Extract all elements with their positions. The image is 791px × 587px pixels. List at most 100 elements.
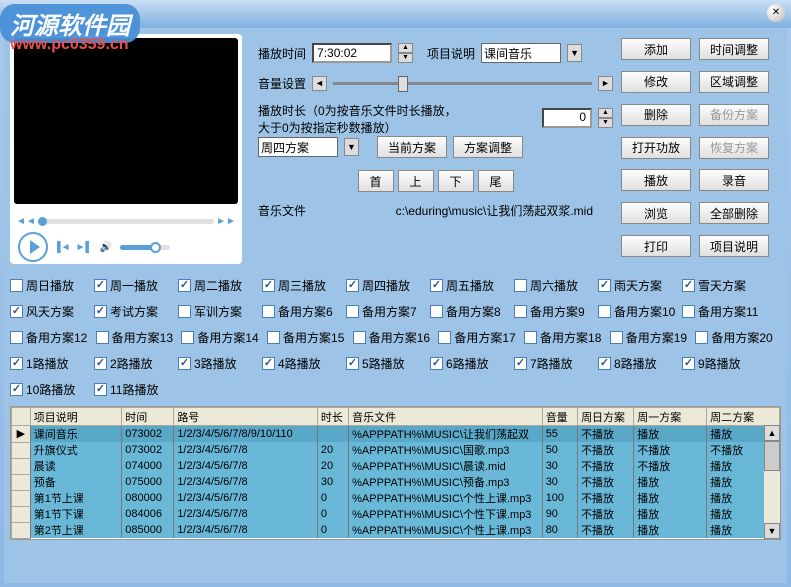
last-button[interactable]: 尾 [478,170,514,192]
checkbox-item[interactable]: 周五播放 [430,277,514,294]
checkbox-item[interactable]: 备用方案13 [96,329,182,346]
checkbox-item[interactable]: 考试方案 [94,303,178,320]
checkbox[interactable] [430,279,443,292]
table-header[interactable]: 路号 [174,408,318,426]
next-button[interactable]: 下 [438,170,474,192]
checkbox-item[interactable]: 备用方案14 [181,329,267,346]
checkbox-item[interactable]: 备用方案19 [610,329,696,346]
projdesc-dropdown-icon[interactable]: ▼ [567,44,582,62]
table-row[interactable]: 预备0750001/2/3/4/5/6/7/830%APPPATH%\MUSIC… [12,474,780,490]
checkbox-item[interactable]: 1路播放 [10,355,94,372]
checkbox[interactable] [430,305,443,318]
checkbox[interactable] [346,305,359,318]
checkbox[interactable] [10,331,23,344]
checkbox-item[interactable]: 备用方案12 [10,329,96,346]
browse-button[interactable]: 浏览 [621,202,691,224]
scroll-down-icon[interactable]: ▼ [764,523,780,539]
forward-icon[interactable]: ►► [218,213,234,229]
checkbox[interactable] [514,279,527,292]
checkbox-item[interactable]: 备用方案16 [353,329,439,346]
table-row[interactable]: 晨读0740001/2/3/4/5/6/7/820%APPPATH%\MUSIC… [12,458,780,474]
table-header[interactable]: 音量 [542,408,577,426]
checkbox-item[interactable]: 周三播放 [262,277,346,294]
prev-track-icon[interactable]: ▐◄ [54,239,70,255]
checkbox-item[interactable]: 备用方案18 [524,329,610,346]
checkbox-item[interactable]: 备用方案17 [438,329,524,346]
time-adjust-button[interactable]: 时间调整 [699,38,769,60]
table-header[interactable]: 周一方案 [634,408,707,426]
checkbox[interactable] [10,279,23,292]
checkbox-item[interactable]: 风天方案 [10,303,94,320]
checkbox-item[interactable]: 备用方案20 [695,329,781,346]
projdesc-select[interactable]: 课间音乐 [481,43,561,63]
checkbox[interactable] [514,305,527,318]
checkbox-item[interactable]: 8路播放 [598,355,682,372]
checkbox-item[interactable]: 周二播放 [178,277,262,294]
duration-input[interactable]: 0 [542,108,592,128]
close-button[interactable]: ✕ [767,4,785,22]
checkbox-item[interactable]: 备用方案7 [346,303,430,320]
scroll-up-icon[interactable]: ▲ [764,425,780,441]
area-adjust-button[interactable]: 区域调整 [699,71,769,93]
rewind-icon[interactable]: ◄◄ [18,213,34,229]
seek-slider[interactable] [38,219,214,224]
checkbox-item[interactable]: 4路播放 [262,355,346,372]
checkbox[interactable] [262,357,275,370]
volume-config-slider[interactable] [333,74,592,92]
checkbox[interactable] [430,357,443,370]
checkbox-item[interactable]: 雨天方案 [598,277,682,294]
time-down[interactable]: ▼ [398,53,413,63]
table-header[interactable]: 周日方案 [578,408,634,426]
checkbox[interactable] [682,305,695,318]
table-row[interactable]: 第1节上课0800001/2/3/4/5/6/7/80%APPPATH%\MUS… [12,490,780,506]
checkbox[interactable] [346,357,359,370]
delete-all-button[interactable]: 全部删除 [699,202,769,224]
checkbox-item[interactable]: 雪天方案 [682,277,766,294]
current-plan-button[interactable]: 当前方案 [377,136,447,158]
checkbox-item[interactable]: 备用方案9 [514,303,598,320]
checkbox[interactable] [96,331,109,344]
checkbox[interactable] [178,279,191,292]
table-row[interactable]: 升旗仪式0730021/2/3/4/5/6/7/820%APPPATH%\MUS… [12,442,780,458]
volume-slider[interactable] [120,245,170,250]
plan-dropdown-icon[interactable]: ▼ [344,138,359,156]
next-track-icon[interactable]: ►▌ [76,239,92,255]
checkbox-item[interactable]: 备用方案15 [267,329,353,346]
checkbox-item[interactable]: 周一播放 [94,277,178,294]
checkbox[interactable] [94,357,107,370]
checkbox-item[interactable]: 5路播放 [346,355,430,372]
backup-plan-button[interactable]: 备份方案 [699,104,769,126]
checkbox[interactable] [262,279,275,292]
speaker-icon[interactable]: 🔊 [98,239,114,255]
checkbox[interactable] [682,357,695,370]
print-button[interactable]: 打印 [621,235,691,257]
dur-up[interactable]: ▲ [598,108,613,118]
playtime-input[interactable]: 7:30:02 [312,43,392,63]
play-button[interactable] [18,232,48,262]
checkbox[interactable] [438,331,451,344]
checkbox-item[interactable]: 11路播放 [94,381,178,398]
checkbox-item[interactable]: 10路播放 [10,381,94,398]
checkbox[interactable] [10,383,23,396]
checkbox[interactable] [267,331,280,344]
table-header[interactable] [12,408,31,426]
checkbox[interactable] [695,331,708,344]
checkbox[interactable] [94,305,107,318]
record-button[interactable]: 录音 [699,169,769,191]
scroll-thumb[interactable] [764,441,780,471]
checkbox-item[interactable]: 军训方案 [178,303,262,320]
checkbox-item[interactable]: 2路播放 [94,355,178,372]
checkbox[interactable] [610,331,623,344]
checkbox-item[interactable]: 7路播放 [514,355,598,372]
checkbox-item[interactable]: 周六播放 [514,277,598,294]
checkbox-item[interactable]: 9路播放 [682,355,766,372]
checkbox[interactable] [598,305,611,318]
checkbox[interactable] [94,383,107,396]
schedule-table[interactable]: 项目说明时间路号时长音乐文件音量周日方案周一方案周二方案▶课间音乐0730021… [10,406,781,540]
checkbox-item[interactable]: 周日播放 [10,277,94,294]
table-header[interactable]: 音乐文件 [349,408,543,426]
checkbox[interactable] [94,279,107,292]
proj-desc-button[interactable]: 项目说明 [699,235,769,257]
table-row[interactable]: 第2节上课0850001/2/3/4/5/6/7/80%APPPATH%\MUS… [12,522,780,538]
checkbox-item[interactable]: 3路播放 [178,355,262,372]
